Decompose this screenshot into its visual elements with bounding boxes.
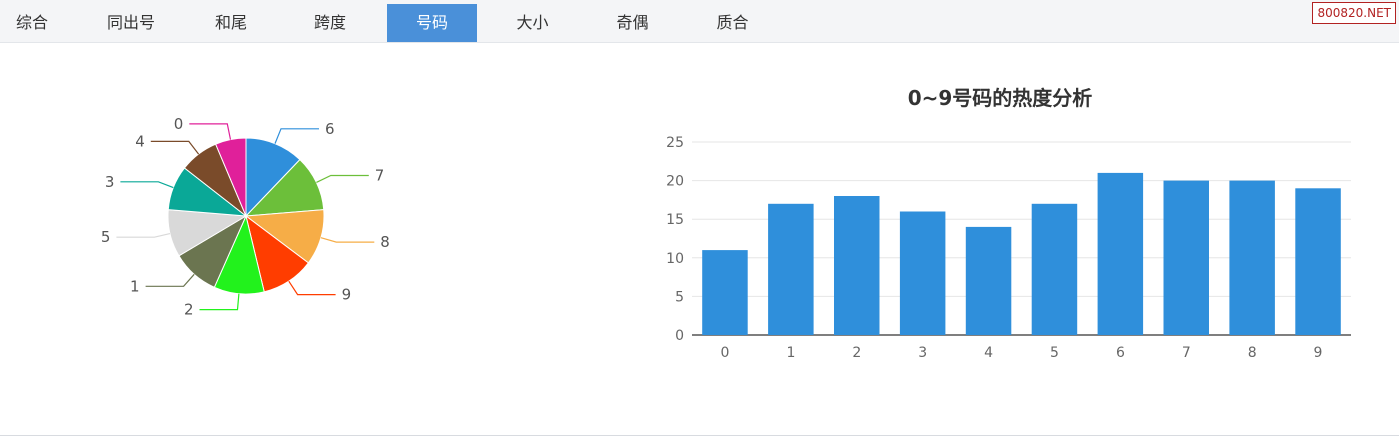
- bar-9: [1295, 188, 1341, 335]
- x-tick-label-9: 9: [1314, 345, 1323, 361]
- bar-2: [834, 196, 880, 335]
- y-tick-label-15: 15: [666, 212, 684, 228]
- y-tick-label-25: 25: [666, 135, 684, 151]
- charts-canvas: 6789215340 0~9号码的热度分析05101520250 1 2 3 4 5 6 7 8…: [101, 86, 1351, 361]
- bar-0: [702, 250, 748, 335]
- bar-chart-title: 0~9号码的热度分析: [908, 86, 1093, 110]
- bar-1: [768, 203, 814, 335]
- pie-label-5: 5: [101, 228, 111, 246]
- pie-label-7: 7: [375, 167, 385, 185]
- pie-label-9: 9: [342, 286, 352, 304]
- y-tick-label-20: 20: [666, 174, 684, 190]
- x-tick-label-7: 7: [1182, 345, 1191, 361]
- bar-7: [1163, 180, 1209, 335]
- x-tick-label-5: 5: [1050, 345, 1059, 361]
- x-tick-label-3: 3: [918, 345, 927, 361]
- bar-6: [1097, 172, 1144, 335]
- y-tick-label-0: 0: [675, 328, 684, 344]
- x-tick-label-0: 0: [721, 345, 730, 361]
- x-tick-label-1: 1: [786, 345, 795, 361]
- pie-label-2: 2: [184, 301, 194, 319]
- pie-label-0: 0: [174, 115, 184, 133]
- pie-label-4: 4: [135, 132, 145, 150]
- bar-5: [1031, 203, 1078, 335]
- pie-leader-0: [189, 123, 232, 140]
- bar-3: [899, 211, 946, 335]
- pie-label-8: 8: [380, 233, 390, 251]
- y-tick-label-5: 5: [675, 289, 684, 305]
- pie-leader-6: [274, 128, 319, 144]
- pie-leader-5: [116, 233, 171, 238]
- x-tick-label-2: 2: [852, 345, 861, 361]
- bar-chart: 0~9号码的热度分析 0 5 10 15 20 25 0 1 2 3 4 5 6 7 8 9: [666, 86, 1351, 361]
- pie-leader-1: [145, 273, 195, 287]
- pie-leader-4: [150, 140, 200, 155]
- pie-chart: 6 7 8 9 2 1 5 3 4 0: [101, 115, 390, 319]
- bar-8: [1229, 180, 1275, 335]
- bar-4: [965, 226, 1012, 335]
- pie-leader-3: [120, 181, 174, 189]
- pie-label-6: 6: [325, 120, 335, 138]
- pie-label-3: 3: [105, 173, 115, 191]
- bottom-divider: [0, 435, 1399, 436]
- y-tick-label-10: 10: [666, 251, 684, 267]
- pie-leader-9: [288, 280, 336, 296]
- pie-leader-7: [316, 174, 369, 183]
- pie-leader-2: [199, 293, 240, 311]
- x-tick-label-8: 8: [1248, 345, 1257, 361]
- x-tick-label-4: 4: [984, 345, 993, 361]
- pie-label-1: 1: [130, 277, 140, 295]
- x-tick-label-6: 6: [1116, 345, 1125, 361]
- pie-leader-8: [320, 237, 375, 243]
